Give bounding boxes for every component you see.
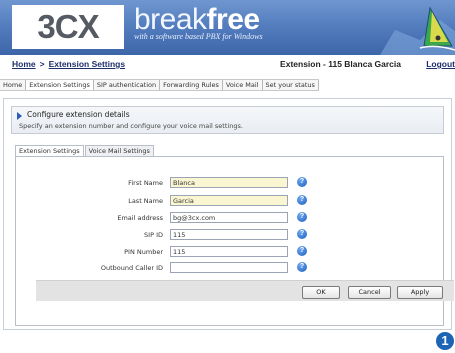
help-icon[interactable]: ?	[297, 177, 307, 187]
help-icon[interactable]: ?	[297, 229, 307, 239]
help-icon[interactable]: ?	[297, 262, 307, 272]
page-title: Extension - 115 Blanca Garcia	[280, 59, 401, 69]
logo-text: 3CX	[37, 8, 99, 45]
nav-tab-voice-mail[interactable]: Voice Mail	[222, 80, 263, 90]
first-name-label: First Name	[128, 179, 163, 187]
tab-voice-mail-settings[interactable]: Voice Mail Settings	[84, 145, 154, 156]
form-row-sip-id: SIP ID ?	[16, 229, 445, 241]
nav-tab-home[interactable]: Home	[0, 80, 27, 90]
form-row-last-name: Last Name ?	[16, 195, 445, 207]
main-panel: Configure extension details Specify an e…	[3, 98, 454, 330]
logo: 3CX	[12, 5, 124, 49]
tagline-subtitle: with a software based PBX for Windows	[134, 32, 263, 41]
configure-subtitle: Specify an extension number and configur…	[19, 122, 243, 130]
form-row-outbound-caller-id: Outbound Caller ID ?	[16, 262, 445, 274]
help-icon[interactable]: ?	[297, 195, 307, 205]
cancel-button[interactable]: Cancel	[348, 286, 391, 299]
extension-form: First Name ? Last Name ? Email address ?…	[15, 156, 454, 326]
breadcrumb-separator: >	[39, 59, 45, 69]
configure-panel: Configure extension details Specify an e…	[11, 106, 444, 134]
help-icon[interactable]: ?	[297, 246, 307, 256]
banner: 3CX breakfree with a software based PBX …	[0, 0, 455, 55]
tagline: breakfree with a software based PBX for …	[134, 4, 263, 42]
outbound-caller-id-label: Outbound Caller ID	[100, 264, 163, 272]
configure-title: Configure extension details	[27, 110, 130, 119]
outbound-caller-id-field[interactable]	[170, 262, 288, 273]
sip-id-field[interactable]	[170, 229, 288, 240]
form-row-pin-number: PIN Number ?	[16, 246, 445, 258]
pin-number-field[interactable]	[170, 246, 288, 257]
nav-tab-set-your-status[interactable]: Set your status	[262, 80, 319, 90]
windsurfer-image	[380, 6, 455, 55]
apply-button[interactable]: Apply	[397, 286, 443, 299]
form-row-email: Email address ?	[16, 212, 445, 224]
logout-link[interactable]: Logout	[426, 59, 455, 69]
home-link[interactable]: Home	[12, 59, 36, 69]
button-bar: OK Cancel Apply	[36, 280, 454, 301]
first-name-field[interactable]	[170, 177, 288, 188]
help-icon[interactable]: ?	[297, 212, 307, 222]
nav-tab-forwarding-rules[interactable]: Forwarding Rules	[160, 80, 223, 90]
top-nav: Home Extension Settings SIP authenticati…	[0, 79, 319, 91]
expand-arrow-icon[interactable]	[17, 112, 22, 120]
sip-id-label: SIP ID	[144, 231, 163, 239]
nav-tab-extension-settings[interactable]: Extension Settings	[26, 80, 94, 90]
last-name-field[interactable]	[170, 195, 288, 206]
last-name-label: Last Name	[128, 197, 163, 205]
extension-settings-link[interactable]: Extension Settings	[49, 59, 126, 69]
nav-tab-sip-authentication[interactable]: SIP authentication	[93, 80, 161, 90]
email-label: Email address	[117, 214, 163, 222]
pin-number-label: PIN Number	[124, 248, 163, 256]
ok-button[interactable]: OK	[302, 286, 340, 299]
form-row-first-name: First Name ?	[16, 177, 445, 189]
step-number-badge: 1	[436, 332, 454, 350]
breadcrumb: Home > Extension Settings Extension - 115 …	[12, 59, 455, 73]
email-field[interactable]	[170, 212, 288, 223]
